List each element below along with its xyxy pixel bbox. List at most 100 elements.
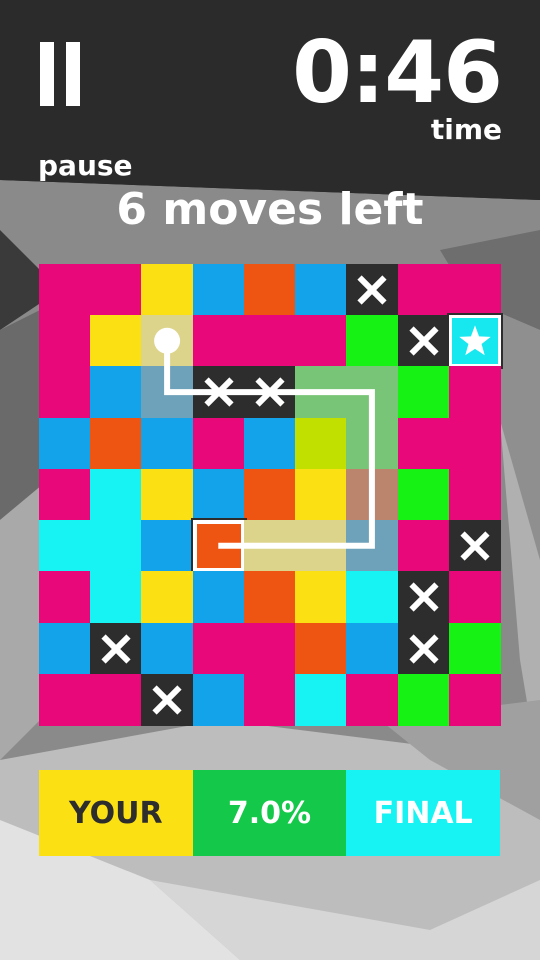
board-cell-yellow[interactable] [141, 264, 194, 316]
board-cell-pink[interactable] [397, 417, 450, 470]
path-cell[interactable] [243, 520, 296, 573]
x-icon [152, 685, 183, 715]
timer: 0:46 time [292, 30, 503, 146]
board-cell-cyan[interactable] [90, 468, 143, 521]
pause-label: pause [38, 149, 133, 182]
board-cell-pink[interactable] [243, 673, 296, 726]
blocked-cell[interactable] [397, 315, 450, 368]
x-icon [408, 326, 439, 356]
blocked-cell[interactable] [448, 520, 501, 573]
board-cell-orange[interactable] [243, 264, 296, 316]
board-cell-pink[interactable] [243, 315, 296, 368]
board-cell-pink[interactable] [90, 673, 143, 726]
board-cell-pink[interactable] [448, 673, 501, 726]
path-cell[interactable] [346, 520, 399, 573]
board-cell-blue[interactable] [39, 622, 91, 675]
board-cell-pink[interactable] [346, 673, 399, 726]
blocked-cell[interactable] [243, 366, 296, 419]
blocked-cell[interactable] [192, 366, 245, 419]
pause-button[interactable]: pause [38, 38, 138, 182]
board-cell-pink[interactable] [39, 468, 91, 521]
path-cell[interactable] [346, 366, 399, 419]
board-cell-blue[interactable] [90, 366, 143, 419]
board-cell-blue[interactable] [295, 264, 348, 316]
board-cell-lime[interactable] [295, 417, 348, 470]
board-cell-orange[interactable] [243, 468, 296, 521]
board-cell-pink[interactable] [192, 622, 245, 675]
board-cell-pink[interactable] [39, 366, 91, 419]
board-cell-blue[interactable] [243, 417, 296, 470]
board-cell-pink[interactable] [39, 315, 91, 368]
board-cell-cyan[interactable] [295, 673, 348, 726]
board-cell-blue[interactable] [141, 622, 194, 675]
board-cell-yellow[interactable] [295, 468, 348, 521]
board-cell-cyan[interactable] [346, 571, 399, 624]
board-cell-pink[interactable] [39, 571, 91, 624]
hud: pause 0:46 time 6 moves left [0, 0, 540, 260]
star-cell[interactable] [446, 313, 503, 370]
your-score-segment: YOUR [39, 770, 193, 856]
board-cell-pink[interactable] [192, 417, 245, 470]
board-cell-green[interactable] [397, 366, 450, 419]
path-head-cell[interactable] [192, 520, 245, 573]
moves-left-text: 6 moves left [116, 184, 424, 235]
board-cell-pink[interactable] [397, 520, 450, 573]
board-cell-pink[interactable] [243, 622, 296, 675]
board-cell-pink[interactable] [448, 366, 501, 419]
board-cell-blue[interactable] [39, 417, 91, 470]
blocked-cell[interactable] [397, 571, 450, 624]
game-board[interactable] [39, 264, 503, 726]
final-score-segment: FINAL [346, 770, 501, 856]
path-cell[interactable] [295, 366, 348, 419]
board-cell-blue[interactable] [192, 571, 245, 624]
path-cell[interactable] [295, 520, 348, 573]
board-cell-pink[interactable] [448, 264, 501, 316]
board-cell-orange[interactable] [295, 622, 348, 675]
board-cell-blue[interactable] [192, 673, 245, 726]
board-cell-blue[interactable] [192, 264, 245, 316]
board-cell-yellow[interactable] [90, 315, 143, 368]
board-cell-blue[interactable] [141, 417, 194, 470]
board-cell-pink[interactable] [295, 315, 348, 368]
path-cell[interactable] [346, 468, 399, 521]
board-cell-orange[interactable] [243, 571, 296, 624]
path-cell[interactable] [141, 366, 194, 419]
board-cell-pink[interactable] [448, 571, 501, 624]
blocked-cell[interactable] [141, 673, 194, 726]
blocked-cell[interactable] [397, 622, 450, 675]
x-icon [408, 633, 439, 664]
board-cell-green[interactable] [346, 315, 399, 368]
board-cell-orange[interactable] [90, 417, 143, 470]
score-percent: 7.0% [192, 770, 347, 856]
board-cell-blue[interactable] [346, 622, 399, 675]
x-icon [204, 377, 234, 408]
board-cell-pink[interactable] [39, 673, 91, 726]
board-cell-pink[interactable] [192, 315, 245, 368]
board-cell-yellow[interactable] [295, 571, 348, 624]
path-cell[interactable] [346, 417, 399, 470]
x-icon [460, 531, 490, 561]
x-icon [408, 582, 439, 612]
blocked-cell[interactable] [90, 622, 143, 675]
board-cell-green[interactable] [397, 468, 450, 521]
board-cell-blue[interactable] [141, 520, 194, 573]
path-cell[interactable] [141, 315, 194, 368]
board-cell-pink[interactable] [448, 468, 501, 521]
board-cell-pink[interactable] [39, 264, 91, 316]
board-cell-cyan[interactable] [90, 520, 143, 573]
star-icon [459, 325, 491, 356]
board-cell-blue[interactable] [192, 468, 245, 521]
board-cell-green[interactable] [397, 673, 450, 726]
x-icon [101, 633, 131, 664]
board-cell-pink[interactable] [448, 417, 501, 470]
blocked-cell[interactable] [346, 264, 399, 316]
board-cell-pink[interactable] [90, 264, 143, 316]
score-bar: YOUR 7.0% FINAL [39, 770, 501, 856]
board-cell-yellow[interactable] [141, 468, 194, 521]
x-icon [357, 275, 387, 305]
board-cell-yellow[interactable] [141, 571, 194, 624]
board-cell-cyan[interactable] [90, 571, 143, 624]
board-cell-pink[interactable] [397, 264, 450, 316]
board-cell-green[interactable] [448, 622, 501, 675]
board-cell-cyan[interactable] [39, 520, 91, 573]
